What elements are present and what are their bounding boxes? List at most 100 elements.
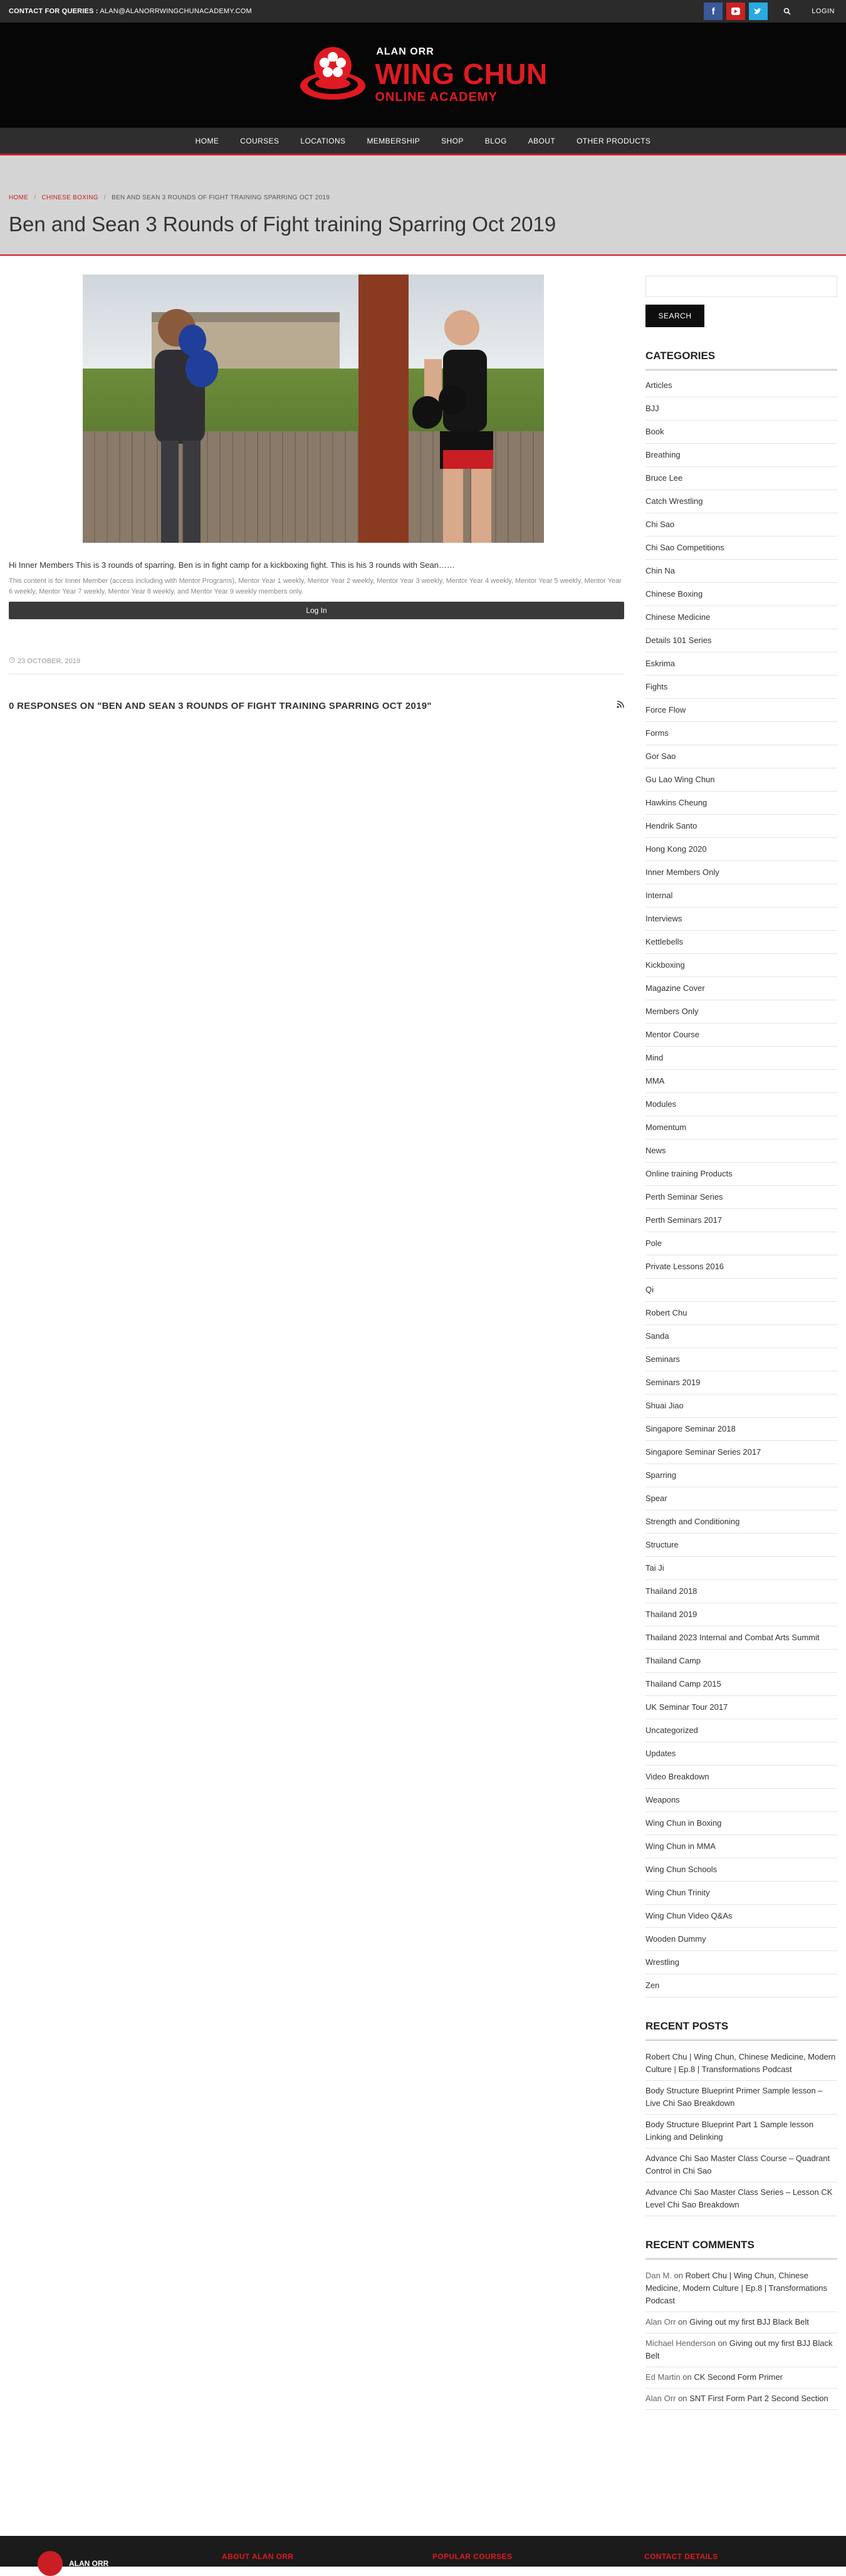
search-input[interactable] [645, 276, 837, 297]
category-link[interactable]: Thailand 2018 [645, 1580, 837, 1603]
category-link[interactable]: Uncategorized [645, 1719, 837, 1742]
contact-email[interactable]: ALAN@ALANORRWINGCHUNACADEMY.COM [100, 8, 252, 15]
category-link[interactable]: Thailand 2019 [645, 1603, 837, 1626]
category-link[interactable]: Spear [645, 1487, 837, 1511]
category-link[interactable]: Forms [645, 722, 837, 745]
login-link[interactable]: LOGIN [812, 8, 835, 15]
category-link[interactable]: Sanda [645, 1325, 837, 1348]
category-link[interactable]: Members Only [645, 1000, 837, 1024]
log-in-button[interactable]: Log In [9, 602, 624, 619]
category-link[interactable]: Perth Seminars 2017 [645, 1209, 837, 1232]
comment-post-link[interactable]: Robert Chu | Wing Chun, Chinese Medicine… [645, 2271, 827, 2305]
category-link[interactable]: BJJ [645, 397, 837, 421]
recent-post-link[interactable]: Advance Chi Sao Master Class Series – Le… [645, 2182, 837, 2216]
comment-author[interactable]: Dan M. [645, 2271, 672, 2280]
category-link[interactable]: Pole [645, 1232, 837, 1255]
category-link[interactable]: Seminars 2019 [645, 1371, 837, 1395]
comment-author[interactable]: Michael Henderson [645, 2338, 716, 2348]
twitter-icon[interactable] [749, 3, 768, 20]
category-link[interactable]: Fights [645, 676, 837, 699]
category-link[interactable]: Hong Kong 2020 [645, 838, 837, 861]
footer-logo[interactable]: ALAN ORR [38, 2551, 108, 2576]
category-link[interactable]: Private Lessons 2016 [645, 1255, 837, 1279]
category-link[interactable]: Book [645, 421, 837, 444]
category-link[interactable]: Chi Sao [645, 513, 837, 537]
breadcrumb-category[interactable]: CHINESE BOXING [41, 194, 98, 201]
category-link[interactable]: Structure [645, 1534, 837, 1557]
comment-author[interactable]: Alan Orr [645, 2317, 676, 2327]
category-link[interactable]: Chi Sao Competitions [645, 537, 837, 560]
recent-post-link[interactable]: Advance Chi Sao Master Class Course – Qu… [645, 2149, 837, 2182]
category-link[interactable]: Weapons [645, 1789, 837, 1812]
recent-post-link[interactable]: Robert Chu | Wing Chun, Chinese Medicine… [645, 2047, 837, 2081]
category-link[interactable]: Momentum [645, 1116, 837, 1139]
category-link[interactable]: Kettlebells [645, 931, 837, 954]
category-link[interactable]: Wing Chun Video Q&As [645, 1905, 837, 1928]
category-link[interactable]: Eskrima [645, 652, 837, 676]
category-link[interactable]: Breathing [645, 444, 837, 467]
breadcrumb-home[interactable]: HOME [9, 194, 28, 201]
category-link[interactable]: Wing Chun in MMA [645, 1835, 837, 1858]
category-link[interactable]: Gor Sao [645, 745, 837, 768]
comment-post-link[interactable]: Giving out my first BJJ Black Belt [689, 2317, 809, 2327]
nav-membership[interactable]: MEMBERSHIP [367, 137, 420, 145]
category-link[interactable]: Thailand Camp 2015 [645, 1673, 837, 1696]
nav-other-products[interactable]: OTHER PRODUCTS [577, 137, 650, 145]
category-link[interactable]: Strength and Conditioning [645, 1511, 837, 1534]
search-button[interactable]: SEARCH [645, 305, 704, 327]
category-link[interactable]: Gu Lao Wing Chun [645, 768, 837, 792]
category-link[interactable]: Wing Chun in Boxing [645, 1812, 837, 1835]
category-link[interactable]: Sparring [645, 1464, 837, 1487]
comment-post-link[interactable]: CK Second Form Primer [694, 2372, 783, 2382]
category-link[interactable]: Singapore Seminar Series 2017 [645, 1441, 837, 1464]
nav-locations[interactable]: LOCATIONS [300, 137, 345, 145]
category-link[interactable]: Wing Chun Schools [645, 1858, 837, 1882]
nav-courses[interactable]: COURSES [240, 137, 279, 145]
nav-shop[interactable]: SHOP [441, 137, 464, 145]
youtube-icon[interactable] [726, 3, 746, 20]
category-link[interactable]: Chinese Boxing [645, 583, 837, 606]
category-link[interactable]: Modules [645, 1093, 837, 1116]
category-link[interactable]: News [645, 1139, 837, 1163]
comment-post-link[interactable]: SNT First Form Part 2 Second Section [689, 2394, 828, 2403]
category-link[interactable]: Hawkins Cheung [645, 792, 837, 815]
comment-author[interactable]: Ed Martin [645, 2372, 681, 2382]
recent-post-link[interactable]: Body Structure Blueprint Part 1 Sample l… [645, 2115, 837, 2149]
category-link[interactable]: Kickboxing [645, 954, 837, 977]
category-link[interactable]: Inner Members Only [645, 861, 837, 884]
category-link[interactable]: Details 101 Series [645, 629, 837, 652]
category-link[interactable]: Internal [645, 884, 837, 908]
category-link[interactable]: Zen [645, 1974, 837, 1997]
category-link[interactable]: Thailand 2023 Internal and Combat Arts S… [645, 1626, 837, 1650]
nav-about[interactable]: ABOUT [528, 137, 555, 145]
site-logo[interactable]: ALAN ORR WING CHUN ONLINE ACADEMY [298, 41, 547, 110]
category-link[interactable]: Wooden Dummy [645, 1928, 837, 1951]
category-link[interactable]: Catch Wrestling [645, 490, 837, 513]
category-link[interactable]: Singapore Seminar 2018 [645, 1418, 837, 1441]
category-link[interactable]: Robert Chu [645, 1302, 837, 1325]
category-link[interactable]: Mind [645, 1047, 837, 1070]
category-link[interactable]: Interviews [645, 908, 837, 931]
category-link[interactable]: UK Seminar Tour 2017 [645, 1696, 837, 1719]
category-link[interactable]: Hendrik Santo [645, 815, 837, 838]
category-link[interactable]: Force Flow [645, 699, 837, 722]
category-link[interactable]: Chin Na [645, 560, 837, 583]
category-link[interactable]: Video Breakdown [645, 1766, 837, 1789]
category-link[interactable]: Thailand Camp [645, 1650, 837, 1673]
category-link[interactable]: Articles [645, 374, 837, 397]
category-link[interactable]: Magazine Cover [645, 977, 837, 1000]
category-link[interactable]: Tai Ji [645, 1557, 837, 1580]
nav-home[interactable]: HOME [196, 137, 219, 145]
category-link[interactable]: Wing Chun Trinity [645, 1882, 837, 1905]
category-link[interactable]: Updates [645, 1742, 837, 1766]
rss-icon[interactable] [617, 701, 624, 711]
category-link[interactable]: Shuai Jiao [645, 1395, 837, 1418]
nav-blog[interactable]: BLOG [485, 137, 507, 145]
category-link[interactable]: Qi [645, 1279, 837, 1302]
category-link[interactable]: Chinese Medicine [645, 606, 837, 629]
category-link[interactable]: Wrestling [645, 1951, 837, 1974]
category-link[interactable]: Seminars [645, 1348, 837, 1371]
recent-post-link[interactable]: Body Structure Blueprint Primer Sample l… [645, 2081, 837, 2115]
category-link[interactable]: MMA [645, 1070, 837, 1093]
category-link[interactable]: Perth Seminar Series [645, 1186, 837, 1209]
